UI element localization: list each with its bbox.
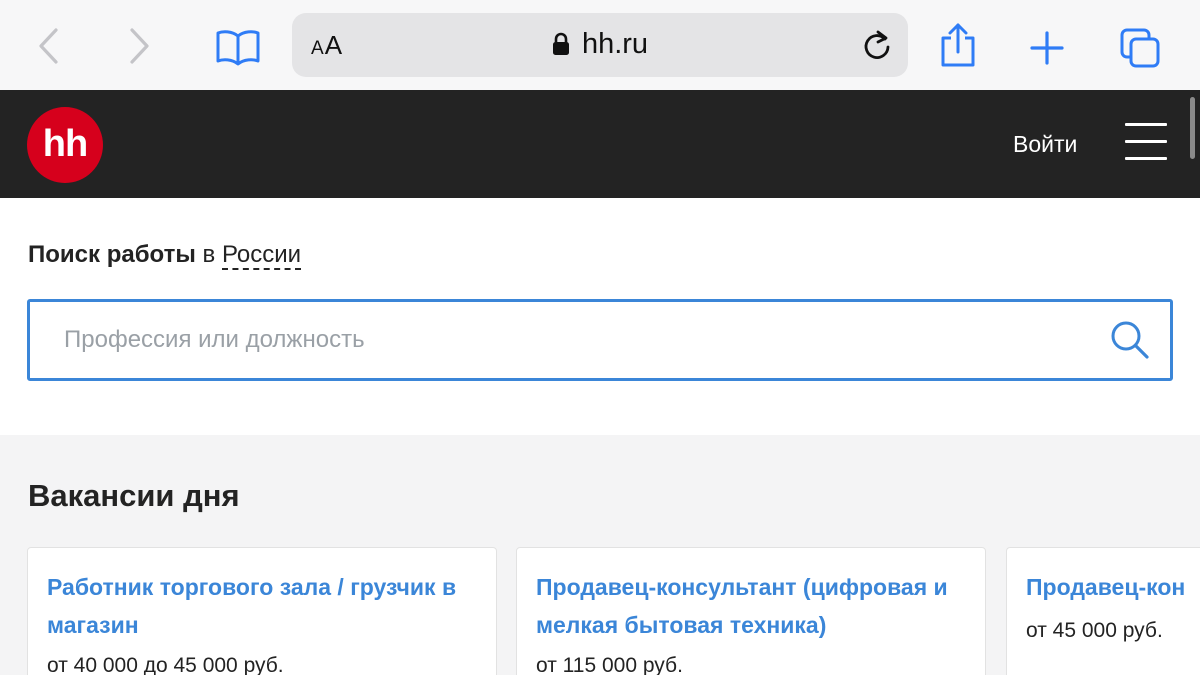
- back-icon: [39, 28, 58, 64]
- vacancy-salary: от 40 000 до 45 000 руб.: [47, 654, 284, 675]
- site-header: hh Войти: [0, 90, 1200, 198]
- url-display[interactable]: hh.ru: [292, 27, 908, 61]
- vacancy-card[interactable]: Работник торгового зала / грузчик в мага…: [27, 547, 497, 675]
- vacancies-title: Вакансии дня: [28, 478, 240, 513]
- new-tab-button[interactable]: [1028, 29, 1066, 67]
- vacancy-title[interactable]: Продавец-консультант (цифровая и мелкая …: [536, 568, 976, 644]
- login-link[interactable]: Войти: [1013, 130, 1077, 158]
- back-button[interactable]: [30, 26, 66, 66]
- tabs-button[interactable]: [1118, 26, 1162, 70]
- browser-toolbar: AA hh.ru: [0, 0, 1200, 90]
- vacancy-salary: от 45 000 руб.: [1026, 619, 1163, 642]
- search-input[interactable]: [64, 302, 1064, 378]
- tabs-icon: [1120, 28, 1160, 68]
- forward-icon: [130, 28, 149, 64]
- lock-icon: [552, 32, 569, 55]
- vacancy-title[interactable]: Работник торгового зала / грузчик в мага…: [47, 568, 487, 644]
- search-section: Поиск работы в России: [0, 198, 1200, 435]
- vacancy-title[interactable]: Продавец-кон: [1026, 568, 1200, 606]
- bookmarks-button[interactable]: [214, 26, 262, 68]
- menu-button[interactable]: [1125, 123, 1167, 161]
- search-icon: [1111, 321, 1149, 359]
- region-selector[interactable]: России: [221, 241, 302, 270]
- share-icon: [941, 23, 975, 67]
- search-field[interactable]: [27, 299, 1173, 381]
- forward-button[interactable]: [122, 26, 158, 66]
- search-button[interactable]: [1110, 320, 1150, 365]
- share-button[interactable]: [938, 22, 978, 68]
- bookmarks-icon: [216, 30, 260, 66]
- url-text: hh.ru: [581, 28, 649, 60]
- hh-logo[interactable]: hh: [27, 107, 103, 183]
- page-scrollbar[interactable]: [1190, 97, 1195, 159]
- vacancy-salary: от 115 000 руб.: [536, 654, 683, 675]
- new-tab-icon: [1030, 31, 1064, 65]
- search-heading: Поиск работы в России: [28, 241, 302, 270]
- vacancy-card[interactable]: Продавец-консультант (цифровая и мелкая …: [516, 547, 986, 675]
- vacancy-card[interactable]: Продавец-кон от 45 000 руб.: [1006, 547, 1200, 675]
- reload-icon: [864, 30, 890, 59]
- address-bar[interactable]: AA hh.ru: [292, 13, 908, 77]
- reload-button[interactable]: [862, 29, 892, 66]
